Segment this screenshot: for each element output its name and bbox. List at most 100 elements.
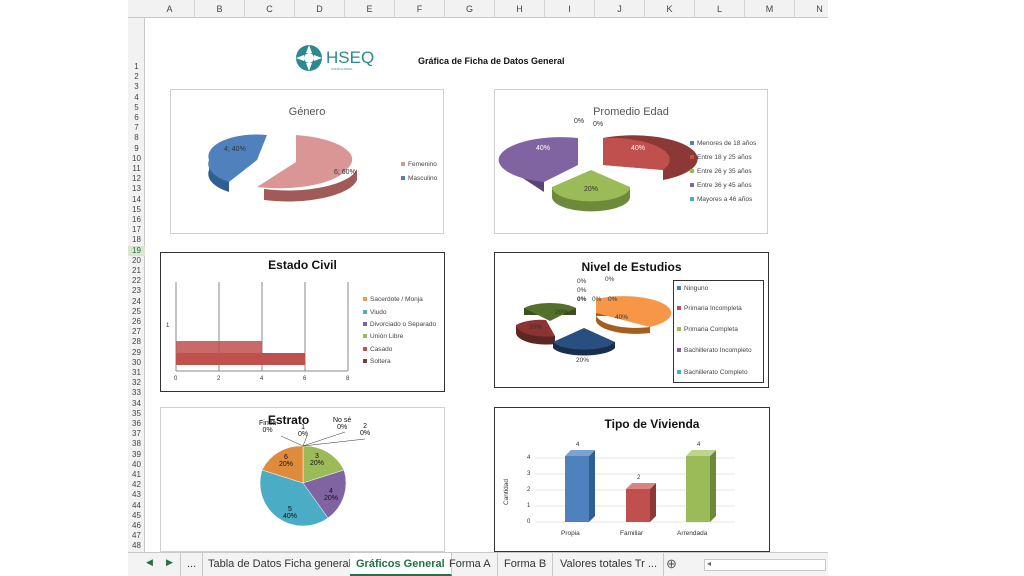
row-header[interactable]: 31: [128, 368, 145, 378]
data-label: 0%: [605, 276, 615, 283]
tab-tabla-datos[interactable]: Tabla de Datos Ficha general: [202, 553, 359, 576]
column-header[interactable]: A: [145, 0, 195, 18]
row-header[interactable]: 20: [128, 256, 145, 266]
row-header[interactable]: 15: [128, 205, 145, 215]
tab-forma-a[interactable]: Forma A: [443, 553, 498, 576]
column-header[interactable]: J: [595, 0, 645, 18]
row-header[interactable]: 39: [128, 450, 145, 460]
row-header[interactable]: 8: [128, 133, 145, 143]
row-header[interactable]: 46: [128, 521, 145, 531]
row-header[interactable]: 29: [128, 348, 145, 358]
row-header[interactable]: 9: [128, 144, 145, 154]
pie-slice-bachillerato-incompleto: [553, 328, 615, 356]
data-label: 40%: [615, 314, 629, 321]
row-header[interactable]: 44: [128, 501, 145, 511]
pie-slice-masculino: [208, 134, 267, 192]
chart-nivel-estudios[interactable]: Nivel de Estudios 0% 0% 0% 0% 0% 0% 20% …: [494, 252, 769, 388]
row-header[interactable]: 30: [128, 358, 145, 368]
prev-sheet-icon[interactable]: ◀: [146, 557, 153, 568]
row-header[interactable]: 32: [128, 378, 145, 388]
row-header[interactable]: 43: [128, 490, 145, 500]
tick-label: 2: [217, 376, 221, 382]
tick-label: 4: [527, 455, 531, 461]
tab-valores-totales[interactable]: Valores totales Tr ...: [554, 553, 665, 576]
more-tabs-button[interactable]: ...: [180, 553, 204, 576]
row-header[interactable]: 42: [128, 480, 145, 490]
chart-promedio-edad[interactable]: Promedio Edad 0% 0% 40% 20% 40% Menores …: [494, 89, 768, 234]
data-label: 1 0%: [298, 424, 309, 438]
row-header[interactable]: 6: [128, 113, 145, 123]
row-header[interactable]: 48: [128, 541, 145, 551]
row-header[interactable]: 7: [128, 123, 145, 133]
data-label: 4 20%: [324, 488, 339, 502]
row-header[interactable]: 13: [128, 184, 145, 194]
row-header[interactable]: 45: [128, 511, 145, 521]
row-header[interactable]: 34: [128, 399, 145, 409]
tick-label: 6: [303, 376, 307, 382]
column-header[interactable]: G: [445, 0, 495, 18]
pie-slice-18-25: [603, 135, 698, 180]
row-header[interactable]: 41: [128, 470, 145, 480]
column-header[interactable]: M: [745, 0, 795, 18]
chart-estrato[interactable]: Estrato Finca 0% 1 0% No sé 0% 2 0% 3 20…: [160, 407, 445, 552]
row-header[interactable]: 19: [128, 245, 145, 256]
tab-graficos-general[interactable]: Gráficos General: [350, 553, 452, 576]
column-header[interactable]: L: [695, 0, 745, 18]
chart-genero[interactable]: Género 6; 60% 4; 40% Femenino Masculino: [170, 89, 444, 234]
row-header[interactable]: 24: [128, 297, 145, 307]
row-header[interactable]: 18: [128, 235, 145, 245]
tab-forma-b[interactable]: Forma B: [498, 553, 554, 576]
bar-arrendada: [686, 450, 716, 522]
row-header[interactable]: 17: [128, 225, 145, 235]
row-header[interactable]: 16: [128, 215, 145, 225]
chart-estado-civil[interactable]: Estado Civil 1 0 2 4 6 8 Sacerdote / Mon…: [160, 252, 445, 392]
row-header[interactable]: 27: [128, 327, 145, 337]
row-header[interactable]: 2: [128, 72, 145, 82]
row-header[interactable]: 12: [128, 174, 145, 184]
column-header[interactable]: F: [395, 0, 445, 18]
row-header[interactable]: 1: [128, 62, 145, 72]
column-header[interactable]: D: [295, 0, 345, 18]
cell-grid[interactable]: HSEQ CONSULTORIA Gráfica de Ficha de Dat…: [145, 18, 828, 552]
row-header[interactable]: 10: [128, 154, 145, 164]
row-header[interactable]: 28: [128, 337, 145, 347]
row-header[interactable]: 38: [128, 439, 145, 449]
tick-label: 1: [527, 503, 531, 509]
column-header[interactable]: B: [195, 0, 245, 18]
row-header[interactable]: 23: [128, 286, 145, 296]
row-header[interactable]: 14: [128, 195, 145, 205]
scroll-left-icon[interactable]: ◂: [707, 559, 711, 568]
column-header[interactable]: I: [545, 0, 595, 18]
next-sheet-icon[interactable]: ▶: [166, 557, 173, 568]
row-header[interactable]: 37: [128, 429, 145, 439]
logo-text: HSEQ: [326, 48, 374, 67]
row-header[interactable]: 21: [128, 266, 145, 276]
tick-label: 0: [174, 376, 178, 382]
legend-item: Bachillerato Completo: [677, 369, 748, 376]
legend-femenino: Femenino: [401, 161, 437, 168]
row-header[interactable]: 4: [128, 93, 145, 103]
row-header[interactable]: 5: [128, 103, 145, 113]
add-sheet-button[interactable]: ⊕: [660, 553, 683, 576]
column-header[interactable]: H: [495, 0, 545, 18]
row-header[interactable]: 22: [128, 276, 145, 286]
row-header[interactable]: 47: [128, 531, 145, 541]
row-header[interactable]: 40: [128, 460, 145, 470]
chart-tipo-vivienda[interactable]: Tipo de Vivienda 0 1 2 3 4 Cantidad 4 2 …: [494, 407, 770, 552]
row-header[interactable]: 36: [128, 419, 145, 429]
data-label: 20%: [584, 186, 599, 193]
data-label: 0%: [592, 296, 602, 303]
row-header[interactable]: 11: [128, 164, 145, 174]
column-header[interactable]: E: [345, 0, 395, 18]
horizontal-scrollbar[interactable]: ◂: [704, 559, 826, 571]
column-header[interactable]: N: [795, 0, 828, 18]
row-header[interactable]: 26: [128, 317, 145, 327]
column-header[interactable]: K: [645, 0, 695, 18]
column-header[interactable]: C: [245, 0, 295, 18]
row-header[interactable]: 3: [128, 82, 145, 92]
row-header[interactable]: 35: [128, 409, 145, 419]
data-label: 2: [637, 475, 641, 481]
data-label: 0%: [593, 121, 604, 128]
row-header[interactable]: 25: [128, 307, 145, 317]
row-header[interactable]: 33: [128, 388, 145, 398]
